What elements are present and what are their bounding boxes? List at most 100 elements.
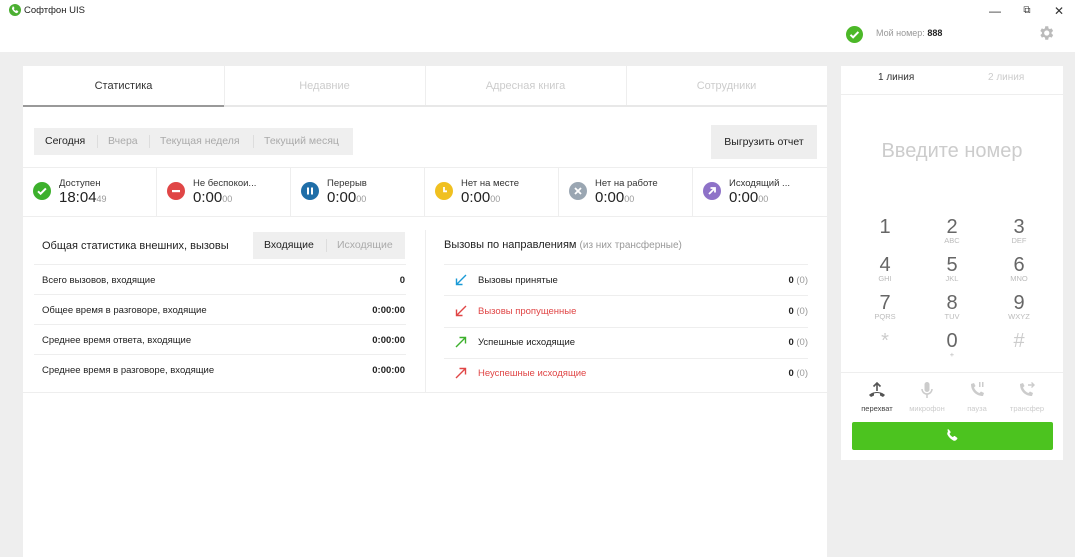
dialpad-key-letters: WXYZ [1008,312,1030,321]
phone-logo-icon [9,4,21,16]
direction-label: Неуспешные исходящие [478,368,587,379]
close-button[interactable]: ✕ [1049,3,1069,19]
divider [444,327,808,328]
status-outgoing-time: 0:0000 [729,189,769,206]
status-break-label: Перерыв [327,178,367,189]
divider [34,354,406,355]
period-yesterday[interactable]: Вчера [108,135,138,147]
direction-label: Вызовы принятые [478,275,558,286]
intercept-label: перехват [861,404,893,413]
period-divider [253,135,254,148]
mic-icon[interactable] [917,380,937,400]
tab-address-book[interactable]: Адресная книга [425,66,626,107]
divider [444,264,808,265]
directions-title: Вызовы по направлениям (из них трансферн… [444,239,682,251]
tab-divider [224,66,225,105]
dialpad-key-hash[interactable]: # [999,330,1039,353]
line-tab-1[interactable]: 1 линия [878,72,914,83]
dialpad-key-1[interactable]: 1 [865,216,905,239]
arrow-missed-icon [455,305,467,317]
phone-number-input[interactable]: Введите номер [841,140,1063,163]
status-divider [558,168,559,216]
status-divider [692,168,693,216]
direction-value: 0 (0) [788,337,808,348]
tab-employees[interactable]: Сотрудники [626,66,827,107]
divider [841,372,1063,373]
tab-divider [425,66,426,105]
dialpad-key-letters: MNO [1010,274,1028,283]
export-report-button[interactable]: Выгрузить отчет [711,125,817,159]
status-dnd-label: Не беспокои... [193,178,257,189]
x-icon [569,182,587,200]
transfer-label: трансфер [1009,404,1045,413]
period-today[interactable]: Сегодня [45,135,85,147]
direction-divider [326,239,327,252]
arrow-out-fail-icon [455,367,467,379]
hold-icon[interactable] [967,380,987,400]
divider [444,295,808,296]
restore-button[interactable]: ⧉ [1017,3,1037,19]
status-dnd-time: 0:0000 [193,189,233,206]
divider [23,216,827,217]
divider [444,358,808,359]
divider [34,324,406,325]
divider [34,264,406,265]
pause-icon [301,182,319,200]
status-break-time: 0:0000 [327,189,367,206]
call-button[interactable] [852,422,1053,450]
dialpad-key-letters: TUV [944,312,960,321]
period-divider [97,135,98,148]
stat-value: 0:00:00 [372,335,405,346]
stat-label: Среднее время ответа, входящие [42,335,192,346]
arrow-in-icon [455,274,467,286]
divider [34,294,406,295]
status-divider [424,168,425,216]
period-current-month[interactable]: Текущий месяц [264,135,339,147]
dialpad-key-letters: DEF [1011,236,1027,245]
tab-divider [626,66,627,105]
status-away-time: 0:0000 [461,189,501,206]
directions-subtitle: (из них трансферные) [579,240,682,251]
dialpad-key-letters: + [949,350,955,359]
app-title: Софтфон UIS [24,5,85,16]
section-divider [425,230,426,392]
dialpad-key-star[interactable]: * [865,330,905,353]
divider [23,392,827,393]
intercept-icon[interactable] [867,380,887,400]
check-icon [33,182,51,200]
status-divider [290,168,291,216]
direction-outgoing[interactable]: Исходящие [337,239,393,251]
direction-label: Успешные исходящие [478,337,576,348]
dialpad-key-letters: GHI [878,274,892,283]
period-divider [149,135,150,148]
stat-label: Всего вызовов, входящие [42,275,156,286]
general-stats-title: Общая статистика внешних, вызовы [42,240,229,252]
period-current-week[interactable]: Текущая неделя [160,135,240,147]
dialpad-key-letters: ABC [944,236,960,245]
status-available-time: 18:0449 [59,189,107,206]
direction-incoming[interactable]: Входящие [264,239,314,251]
status-available-label: Доступен [59,178,101,189]
my-number-value: 888 [927,28,943,38]
line-tab-2[interactable]: 2 линия [988,72,1024,83]
mic-label: микрофон [909,404,945,413]
title-bar [0,0,1075,24]
direction-value: 0 (0) [788,306,808,317]
tab-recent[interactable]: Недавние [224,66,425,107]
stat-value: 0:00:00 [372,305,405,316]
arrow-out-icon [455,336,467,348]
connection-status-icon[interactable] [846,26,863,43]
stat-label: Общее время в разговоре, входящие [42,305,207,316]
dialpad-key-letters: PQRS [874,312,896,321]
clock-icon [435,182,453,200]
gear-icon[interactable] [1037,24,1055,42]
dialpad-key-letters: JKL [945,274,959,283]
status-divider [156,168,157,216]
minimize-button[interactable]: — [985,3,1005,19]
direction-value: 0 (0) [788,368,808,379]
tab-statistics[interactable]: Статистика [23,66,224,107]
transfer-icon[interactable] [1017,380,1037,400]
hold-label: пауза [967,404,987,413]
phone-icon [947,429,958,441]
divider [841,94,1063,95]
